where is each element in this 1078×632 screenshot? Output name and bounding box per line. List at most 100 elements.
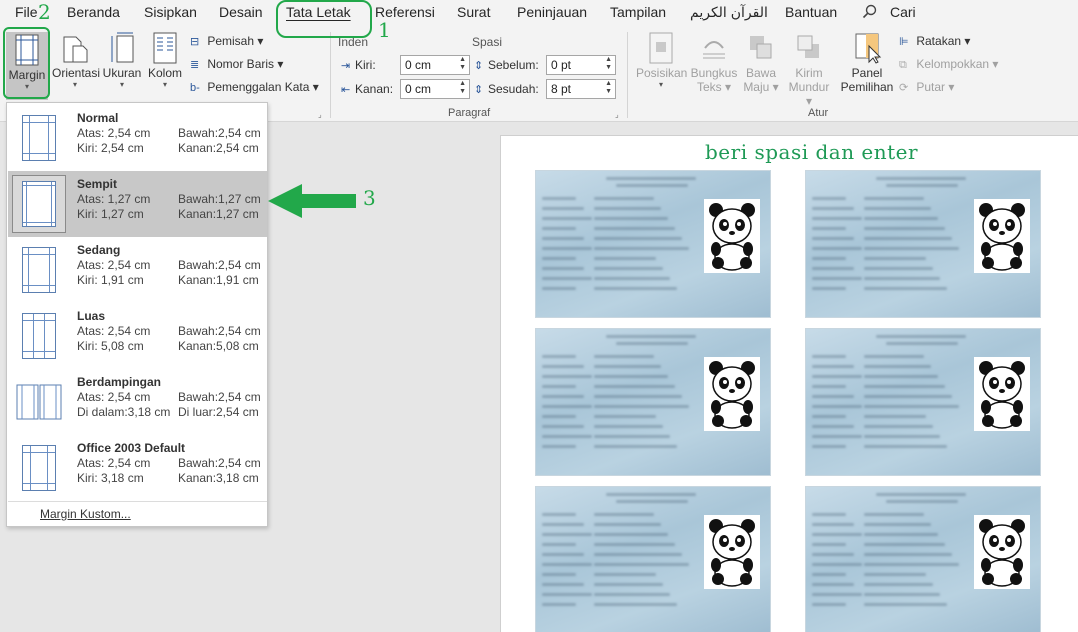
putar-button[interactable]: ⟳ Putar ▾ [899,80,954,94]
orientasi-button[interactable]: Orientasi ▾ [52,32,101,90]
document-title: beri spasi dan enter [705,140,919,164]
spinner-arrows-icon[interactable]: ▲ ▼ [605,56,612,72]
menu-peninjauan[interactable]: Peninjauan [517,4,587,20]
spinner-arrows-icon[interactable]: ▲ ▼ [459,80,466,96]
kelompokkan-button[interactable]: ⧉ Kelompokkan ▾ [899,57,998,72]
tata-letak-highlight [276,0,372,38]
id-card-image[interactable] [805,328,1041,476]
margin-option-normal[interactable]: Normal Atas: 2,54 cm Bawah:2,54 cm Kiri: … [8,105,267,171]
spacing-after-label: ⇕ Sesudah: [474,82,539,96]
spacing-before-input[interactable]: 0 pt ▲ ▼ [546,55,616,75]
step-3-label: 3 [363,186,376,210]
ukuran-button[interactable]: Ukuran ▾ [102,32,142,90]
spacing-before-label: ⇕ Sebelum: [474,58,539,72]
spacing-before-icon: ⇕ [474,60,484,72]
margin-option-sedang[interactable]: Sedang Atas: 2,54 cm Bawah:2,54 cm Kiri: … [8,237,267,303]
dropdown-separator [8,501,267,502]
margin-office-2003-icon [22,445,56,491]
margin-mirrored-icon [16,379,62,425]
dialog-launcher-icon[interactable]: ⌟ [615,110,619,119]
menu-bar: File Beranda Sisipkan Desain Tata Letak … [0,0,1078,26]
chevron-down-icon: ▾ [119,80,124,89]
id-card-image[interactable] [805,170,1041,318]
search-icon[interactable] [862,4,878,20]
search-label[interactable]: Cari [890,4,916,20]
step-3-arrow-icon [268,184,356,218]
indent-left-input[interactable]: 0 cm ▲ ▼ [400,55,470,75]
pemisah-button[interactable]: ⊟ Pemisah ▾ [190,34,263,48]
margin-option-berdampingan[interactable]: Berdampingan Atas: 2,54 cm Bawah:2,54 cm … [8,369,267,435]
chevron-down-icon: ▾ [72,80,77,89]
selection-pane-icon [855,33,882,64]
hyphenation-icon: b- [190,82,200,94]
custom-margin-link[interactable]: Margin Kustom... [40,507,131,521]
pemenggalan-button[interactable]: b- Pemenggalan Kata ▾ [190,80,319,94]
id-card-image[interactable] [535,170,771,318]
breaks-icon: ⊟ [190,36,200,48]
spacing-after-icon: ⇕ [474,84,484,96]
menu-desain[interactable]: Desain [219,4,263,20]
panda-photo-icon [974,199,1030,273]
margin-highlight [3,27,50,99]
margin-wide-icon [22,313,56,359]
spinner-arrows-icon[interactable]: ▲ ▼ [459,56,466,72]
menu-sisipkan[interactable]: Sisipkan [144,4,197,20]
id-card-image[interactable] [535,328,771,476]
dialog-launcher-icon[interactable]: ⌟ [318,110,322,119]
margin-option-office-2003[interactable]: Office 2003 Default Atas: 2,54 cm Bawah:2… [8,435,267,501]
bungkus-teks-button[interactable]: Bungkus Teks ▾ [690,32,738,94]
group-separator [627,32,628,118]
menu-beranda[interactable]: Beranda [67,4,120,20]
menu-tampilan[interactable]: Tampilan [610,4,666,20]
id-card-image[interactable] [535,486,771,632]
spinner-arrows-icon[interactable]: ▲ ▼ [605,80,612,96]
panda-photo-icon [704,357,760,431]
orientation-icon [63,36,88,63]
orientasi-label: Orientasi [52,66,101,80]
indent-right-label: ⇤ Kanan: [341,82,394,96]
kirim-mundur-button[interactable]: Kirim Mundur ▾ [784,32,834,108]
panda-photo-icon [974,515,1030,589]
margin-option-luas[interactable]: Luas Atas: 2,54 cm Bawah:2,54 cm Kiri: 5,… [8,303,267,369]
group-separator [330,32,331,118]
indent-left-label: ⇥ Kiri: [341,58,376,72]
menu-file[interactable]: File [15,4,38,20]
posisikan-button[interactable]: Posisikan ▾ [636,32,688,90]
spacing-after-input[interactable]: 8 pt ▲ ▼ [546,79,616,99]
margin-normal-icon [22,115,56,161]
line-numbers-icon: ≣ [190,59,200,71]
id-card-image[interactable] [805,486,1041,632]
indent-right-icon: ⇤ [341,84,351,96]
chevron-down-icon: ▾ [162,80,167,89]
posisikan-label: Posisikan [636,66,688,80]
margin-narrow-icon [22,181,56,227]
panda-photo-icon [704,199,760,273]
kolom-button[interactable]: Kolom ▾ [146,32,184,90]
menu-bantuan[interactable]: Bantuan [785,4,837,20]
menu-surat[interactable]: Surat [457,4,490,20]
group-icon: ⧉ [899,59,907,71]
rotate-icon: ⟳ [899,82,909,94]
size-icon [111,32,134,63]
spasi-label: Spasi [472,35,503,49]
margin-option-sempit[interactable]: Sempit Atas: 1,27 cm Bawah:1,27 cm Kiri: … [8,171,267,237]
panel-pemilihan-button[interactable]: Panel Pemilihan [838,32,896,94]
indent-right-input[interactable]: 0 cm ▲ ▼ [400,79,470,99]
panda-photo-icon [974,357,1030,431]
step-1-label: 1 [378,18,391,42]
bring-forward-icon [750,36,772,59]
ukuran-label: Ukuran [102,66,142,80]
nomor-baris-button[interactable]: ≣ Nomor Baris ▾ [190,57,283,71]
ratakan-button[interactable]: ⊫ Ratakan ▾ [899,34,970,48]
bawa-maju-button[interactable]: Bawa Maju ▾ [742,32,780,94]
align-icon: ⊫ [899,36,909,48]
atur-group-label: Atur [808,107,829,119]
margin-moderate-icon [22,247,56,293]
columns-icon [153,32,177,64]
chevron-down-icon: ▾ [658,80,663,89]
step-2-label: 2 [38,0,51,24]
panda-photo-icon [704,515,760,589]
margin-dropdown: Normal Atas: 2,54 cm Bawah:2,54 cm Kiri: … [6,102,268,527]
menu-quran[interactable]: القرآن الكريم [690,4,768,21]
paragraf-group-label: Paragraf [448,107,491,119]
